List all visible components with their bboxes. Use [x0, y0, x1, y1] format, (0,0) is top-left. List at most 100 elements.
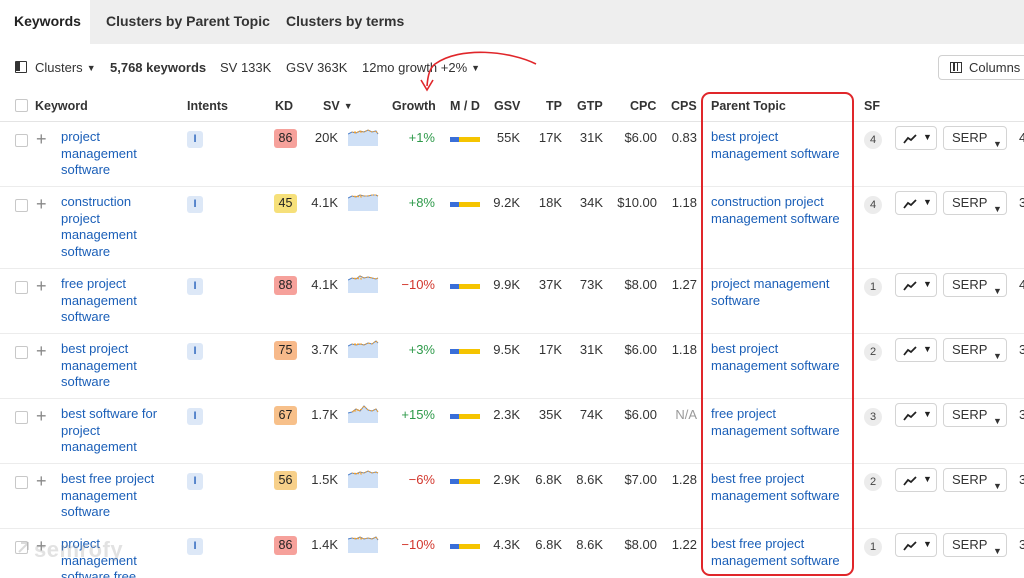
header-tp[interactable]: TP	[546, 99, 562, 113]
sf-count-badge[interactable]: 1	[864, 278, 882, 296]
header-sv[interactable]: SV ▼	[323, 99, 353, 113]
md-desktop-bar	[459, 137, 480, 142]
header-intents[interactable]: Intents	[187, 99, 228, 113]
cps-value: N/A	[675, 407, 697, 422]
keyword-link[interactable]: project management software	[61, 129, 171, 179]
parent-topic-link[interactable]: project management software	[711, 276, 847, 309]
clusters-dropdown[interactable]: Clusters ▼	[35, 60, 96, 75]
growth-dropdown[interactable]: 12mo growth +2% ▼	[362, 60, 480, 75]
keyword-link[interactable]: best project management software	[61, 341, 171, 391]
sf-count-badge[interactable]: 4	[864, 131, 882, 149]
row-checkbox[interactable]	[15, 476, 28, 489]
sf-count-badge[interactable]: 2	[864, 343, 882, 361]
keyword-link[interactable]: free project management software	[61, 276, 171, 326]
table-row: + best free project management software I 5…	[0, 464, 1024, 529]
parent-topic-link[interactable]: best free project management software	[711, 536, 847, 569]
row-checkbox[interactable]	[15, 411, 28, 424]
tab-keywords[interactable]: Keywords	[0, 0, 90, 44]
plus-icon[interactable]: +	[36, 129, 47, 150]
md-bar	[450, 414, 480, 419]
tab-clusters-by-terms[interactable]: Clusters by terms	[286, 0, 404, 44]
chevron-down-icon: ▼	[923, 409, 932, 419]
header-md[interactable]: M / D	[450, 99, 480, 113]
columns-button[interactable]: Columns	[938, 55, 1024, 80]
trend-dropdown-button[interactable]: ▼	[895, 403, 937, 427]
parent-topic-link[interactable]: best project management software	[711, 341, 847, 374]
chevron-down-icon: ▼	[923, 279, 932, 289]
row-checkbox[interactable]	[15, 281, 28, 294]
row-checkbox[interactable]	[15, 199, 28, 212]
cpc-value: $10.00	[617, 195, 657, 210]
serp-dropdown-button[interactable]: SERP ▼	[943, 191, 1007, 215]
plus-icon[interactable]: +	[36, 276, 47, 297]
header-growth[interactable]: Growth	[392, 99, 436, 113]
header-sf[interactable]: SF	[864, 99, 880, 113]
select-all-checkbox[interactable]	[15, 99, 28, 112]
keyword-link[interactable]: construction project management software	[61, 194, 171, 260]
trend-line-icon	[903, 134, 917, 144]
header-gtp[interactable]: GTP	[577, 99, 603, 113]
md-mobile-bar	[450, 137, 459, 142]
header-keyword[interactable]: Keyword	[35, 99, 88, 113]
chevron-down-icon: ▼	[993, 351, 1002, 361]
gtp-value: 73K	[579, 277, 603, 292]
trend-line-icon	[903, 476, 917, 486]
plus-icon[interactable]: +	[36, 471, 47, 492]
kd-badge: 56	[274, 471, 297, 490]
row-checkbox[interactable]	[15, 134, 28, 147]
tab-clusters-by-parent-topic[interactable]: Clusters by Parent Topic	[106, 0, 270, 44]
serp-label: SERP	[952, 472, 988, 487]
serp-dropdown-button[interactable]: SERP ▼	[943, 403, 1007, 427]
header-parent-topic[interactable]: Parent Topic	[711, 99, 786, 113]
gsv-value: 9.9K	[493, 277, 520, 292]
header-cps[interactable]: CPS	[671, 99, 697, 113]
serp-dropdown-button[interactable]: SERP ▼	[943, 126, 1007, 150]
intent-badge: I	[187, 278, 203, 295]
chevron-down-icon: ▼	[923, 344, 932, 354]
trend-dropdown-button[interactable]: ▼	[895, 468, 937, 492]
header-cpc[interactable]: CPC	[630, 99, 656, 113]
trend-dropdown-button[interactable]: ▼	[895, 273, 937, 297]
md-desktop-bar	[459, 479, 480, 484]
row-checkbox[interactable]	[15, 346, 28, 359]
trend-dropdown-button[interactable]: ▼	[895, 533, 937, 557]
sf-count-badge[interactable]: 4	[864, 196, 882, 214]
chevron-down-icon: ▼	[86, 63, 96, 73]
plus-icon[interactable]: +	[36, 536, 47, 557]
keyword-link[interactable]: project management software free	[61, 536, 171, 578]
parent-topic-link[interactable]: construction project management software	[711, 194, 847, 227]
keyword-link[interactable]: best free project management software	[61, 471, 171, 521]
parent-topic-link[interactable]: best project management software	[711, 129, 847, 162]
sv-value: 1.4K	[311, 537, 338, 552]
serp-dropdown-button[interactable]: SERP ▼	[943, 273, 1007, 297]
cpc-value: $8.00	[624, 537, 657, 552]
sf-count-badge[interactable]: 1	[864, 538, 882, 556]
gtp-value: 34K	[579, 195, 603, 210]
plus-icon[interactable]: +	[36, 341, 47, 362]
chevron-down-icon: ▼	[923, 197, 932, 207]
gtp-value: 31K	[579, 130, 603, 145]
parent-topic-link[interactable]: best free project management software	[711, 471, 847, 504]
trend-line-icon	[903, 346, 917, 356]
sf-count-badge[interactable]: 2	[864, 473, 882, 491]
keyword-link[interactable]: best software for project management	[61, 406, 171, 456]
serp-label: SERP	[952, 130, 988, 145]
serp-dropdown-button[interactable]: SERP ▼	[943, 468, 1007, 492]
tp-value: 18K	[538, 195, 562, 210]
serp-dropdown-button[interactable]: SERP ▼	[943, 338, 1007, 362]
chevron-down-icon: ▼	[923, 539, 932, 549]
row-checkbox[interactable]	[15, 541, 28, 554]
trend-line-icon	[903, 411, 917, 421]
trend-dropdown-button[interactable]: ▼	[895, 126, 937, 150]
serp-dropdown-button[interactable]: SERP ▼	[943, 533, 1007, 557]
plus-icon[interactable]: +	[36, 194, 47, 215]
sf-count-badge[interactable]: 3	[864, 408, 882, 426]
trend-dropdown-button[interactable]: ▼	[895, 191, 937, 215]
header-gsv[interactable]: GSV	[494, 99, 520, 113]
md-mobile-bar	[450, 284, 459, 289]
trend-dropdown-button[interactable]: ▼	[895, 338, 937, 362]
parent-topic-link[interactable]: free project management software	[711, 406, 847, 439]
header-kd[interactable]: KD	[275, 99, 293, 113]
plus-icon[interactable]: +	[36, 406, 47, 427]
growth-value: −10%	[401, 277, 435, 292]
